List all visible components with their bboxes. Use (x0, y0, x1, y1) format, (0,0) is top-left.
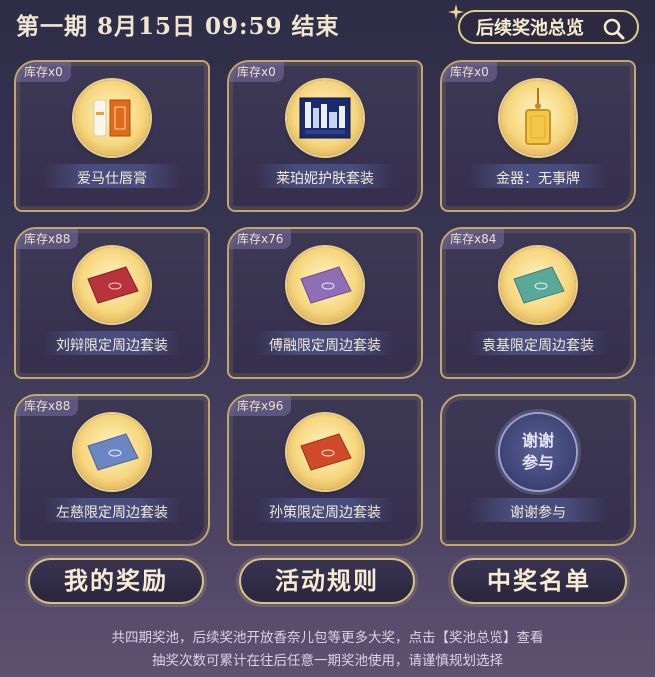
winners-list-button[interactable]: 中奖名单 (451, 558, 627, 604)
stock-badge: 库存x84 (442, 229, 505, 249)
lipstick-icon (93, 99, 131, 137)
blue-envelope-icon (87, 433, 139, 471)
prize-card[interactable]: 库存x0 爱马仕唇膏 (14, 60, 210, 212)
prize-name: 左慈限定周边套装 (56, 505, 168, 521)
prize-medal (500, 80, 576, 156)
page-title: 第一期 8月15日 09:59 结束 (16, 13, 340, 40)
red-envelope-icon (87, 266, 139, 304)
teal-envelope-icon (513, 266, 565, 304)
prize-medal (74, 247, 150, 323)
prize-medal (74, 80, 150, 156)
orange-envelope-icon (300, 433, 352, 471)
prize-medal (287, 80, 363, 156)
purple-envelope-icon (300, 266, 352, 304)
prize-name: 莱珀妮护肤套装 (276, 171, 374, 187)
stock-badge: 库存x0 (16, 62, 71, 82)
stock-badge: 库存x0 (442, 62, 497, 82)
thanks-medal-text: 谢谢参与 (521, 431, 554, 472)
prize-name: 袁基限定周边套装 (482, 338, 594, 354)
prize-card[interactable]: 库存x88 刘辩限定周边套装 (14, 227, 210, 379)
notice-line-2: 抽奖次数可累计在往后任意一期奖池使用，请谨慎规划选择 (152, 653, 503, 669)
prize-card[interactable]: 谢谢参与 谢谢参与 (440, 394, 636, 546)
my-rewards-button[interactable]: 我的奖励 (28, 558, 204, 604)
stock-badge: 库存x96 (229, 396, 292, 416)
notice-line-1: 共四期奖池，后续奖池开放香奈儿包等更多大奖，点击【奖池总览】查看 (111, 630, 544, 646)
prize-card[interactable]: 库存x88 左慈限定周边套装 (14, 394, 210, 546)
prize-name: 傅融限定周边套装 (269, 338, 381, 354)
prize-name: 谢谢参与 (510, 505, 566, 521)
gold-pendant-icon (525, 88, 551, 145)
prize-card[interactable]: 库存x0 莱珀妮护肤套装 (227, 60, 423, 212)
prize-grid: 库存x0 爱马仕唇膏 库存x0 莱珀妮护肤套装 库存x0 金器：无事牌 库存x8… (14, 60, 640, 546)
thanks-medal-icon: 谢谢参与 (500, 414, 576, 490)
prize-name: 孙策限定周边套装 (269, 505, 381, 521)
stock-badge: 库存x0 (229, 62, 284, 82)
prize-medal (287, 247, 363, 323)
prize-card[interactable]: 库存x0 金器：无事牌 (440, 60, 636, 212)
prize-pool-overview-button[interactable]: 后续奖池总览 (458, 10, 639, 44)
prize-name: 金器：无事牌 (496, 171, 580, 187)
prize-medal (74, 414, 150, 490)
prize-card[interactable]: 库存x96 孙策限定周边套装 (227, 394, 423, 546)
search-icon (603, 18, 625, 40)
prize-card[interactable]: 库存x84 袁基限定周边套装 (440, 227, 636, 379)
stock-badge: 库存x88 (16, 229, 79, 249)
skincare-set-icon (299, 97, 351, 139)
prize-name: 爱马仕唇膏 (77, 171, 147, 187)
prize-name: 刘辩限定周边套装 (56, 338, 168, 354)
stock-badge: 库存x88 (16, 396, 79, 416)
prize-medal (500, 247, 576, 323)
activity-rules-button[interactable]: 活动规则 (239, 558, 415, 604)
prize-card[interactable]: 库存x76 傅融限定周边套装 (227, 227, 423, 379)
prize-pool-overview-label: 后续奖池总览 (476, 18, 584, 39)
stock-badge: 库存x76 (229, 229, 292, 249)
prize-medal (287, 414, 363, 490)
